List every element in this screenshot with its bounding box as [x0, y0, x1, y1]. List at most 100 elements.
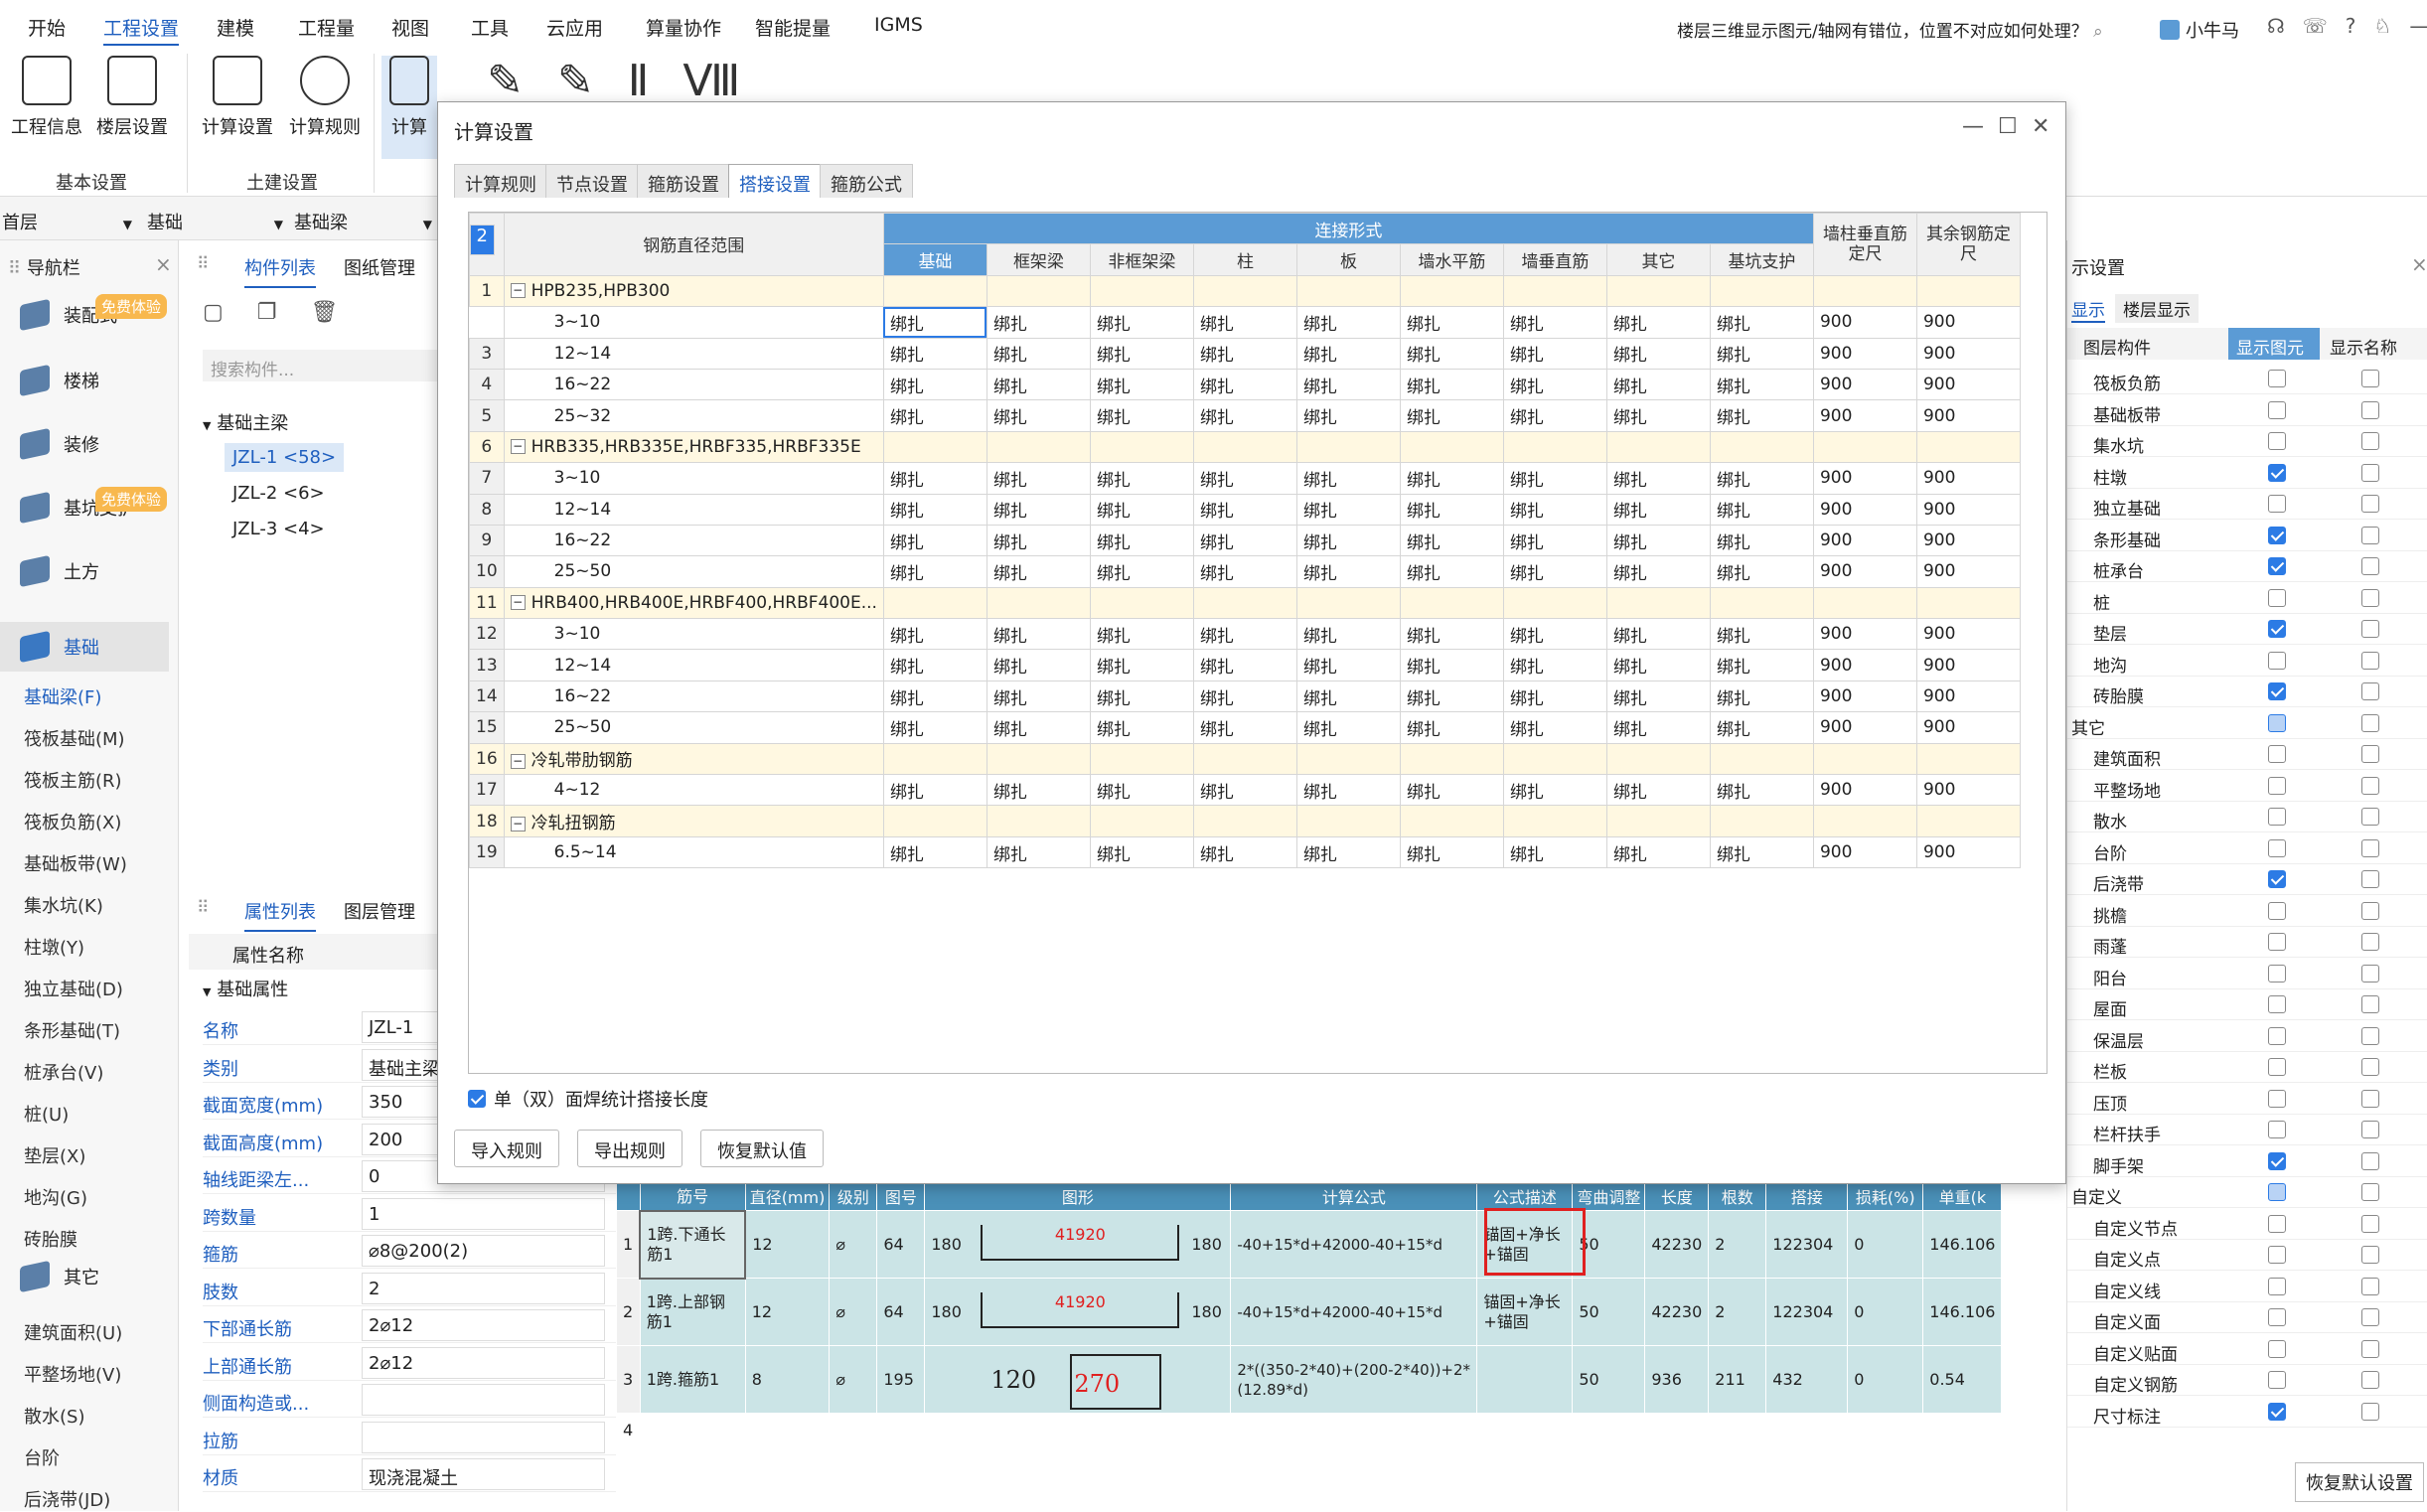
- connection-cell[interactable]: 绑扎: [1502, 555, 1607, 588]
- connection-cell[interactable]: 绑扎: [1502, 618, 1607, 651]
- nav-sub-item[interactable]: 建筑面积(U): [24, 1319, 122, 1345]
- copy-icon[interactable]: ❐: [257, 300, 277, 325]
- connection-cell[interactable]: 绑扎: [1089, 555, 1194, 588]
- connection-cell[interactable]: 绑扎: [1605, 306, 1711, 339]
- connection-cell[interactable]: 绑扎: [1295, 711, 1401, 744]
- show-name-checkbox[interactable]: [2361, 808, 2379, 826]
- tab-layer-management[interactable]: 图层管理: [344, 898, 415, 924]
- collapse-icon[interactable]: −: [510, 816, 526, 832]
- show-element-checkbox[interactable]: [2268, 1058, 2286, 1076]
- connection-cell[interactable]: 绑扎: [1502, 493, 1607, 526]
- other-length-cell[interactable]: 900: [1915, 680, 2021, 713]
- connection-cell[interactable]: 绑扎: [986, 649, 1091, 681]
- show-name-checkbox[interactable]: [2361, 713, 2379, 732]
- component-group[interactable]: ▼ 基础主梁: [203, 409, 288, 435]
- nav-sub-item[interactable]: 柱墩(Y): [24, 934, 84, 960]
- connection-cell[interactable]: 绑扎: [1605, 399, 1711, 432]
- connection-cell[interactable]: 绑扎: [1502, 680, 1607, 713]
- connection-cell[interactable]: 绑扎: [1605, 493, 1711, 526]
- connection-cell[interactable]: 绑扎: [1709, 711, 1814, 744]
- connection-cell[interactable]: 绑扎: [1295, 306, 1401, 339]
- connection-cell[interactable]: 绑扎: [1399, 774, 1504, 807]
- connection-cell[interactable]: 绑扎: [1709, 399, 1814, 432]
- show-name-checkbox[interactable]: [2361, 1402, 2379, 1421]
- connection-cell[interactable]: 绑扎: [1502, 711, 1607, 744]
- connection-cell[interactable]: 绑扎: [1399, 368, 1504, 401]
- other-length-cell[interactable]: 900: [1915, 711, 2021, 744]
- show-element-checkbox[interactable]: [2268, 745, 2286, 763]
- user-area[interactable]: 小牛马: [2160, 17, 2239, 43]
- tab-display[interactable]: 显示: [2071, 296, 2105, 323]
- rebar-row[interactable]: 4: [616, 1413, 2003, 1447]
- connection-cell[interactable]: 绑扎: [986, 774, 1091, 807]
- connection-cell[interactable]: 绑扎: [1089, 711, 1194, 744]
- restore-defaults-button[interactable]: 恢复默认值: [700, 1130, 824, 1167]
- connection-cell[interactable]: 绑扎: [1089, 399, 1194, 432]
- nav-item-earthwork[interactable]: 土方: [20, 554, 99, 588]
- collapse-icon[interactable]: −: [510, 595, 526, 611]
- connection-cell[interactable]: 绑扎: [1192, 680, 1297, 713]
- diameter[interactable]: 8: [744, 1345, 831, 1414]
- other-length-cell[interactable]: 900: [1915, 493, 2021, 526]
- wall-length-cell[interactable]: 900: [1812, 337, 1917, 370]
- connection-cell[interactable]: 绑扎: [1192, 368, 1297, 401]
- connection-cell[interactable]: 绑扎: [1709, 835, 1814, 869]
- connection-cell[interactable]: 绑扎: [1295, 493, 1401, 526]
- show-element-checkbox[interactable]: [2268, 995, 2286, 1013]
- calc-rules-button[interactable]: 计算规则: [282, 56, 368, 139]
- minimize-app-icon[interactable]: —: [2409, 14, 2427, 38]
- show-name-checkbox[interactable]: [2361, 682, 2379, 700]
- connection-cell[interactable]: 绑扎: [1605, 711, 1711, 744]
- tab-property-list[interactable]: 属性列表: [244, 898, 316, 932]
- tab-calc-rules[interactable]: 计算规则: [454, 164, 547, 198]
- loss[interactable]: 0: [1847, 1278, 1924, 1346]
- connection-cell[interactable]: 绑扎: [1399, 649, 1504, 681]
- connection-cell[interactable]: 绑扎: [1502, 337, 1607, 370]
- menu-8[interactable]: 智能提量: [755, 14, 831, 41]
- menu-6[interactable]: 云应用: [546, 14, 603, 41]
- show-name-checkbox[interactable]: [2361, 964, 2379, 983]
- connection-cell[interactable]: 绑扎: [1709, 368, 1814, 401]
- connection-cell[interactable]: 绑扎: [882, 555, 987, 588]
- property-value[interactable]: 1: [362, 1197, 605, 1230]
- connection-cell[interactable]: 绑扎: [986, 555, 1091, 588]
- show-name-checkbox[interactable]: [2361, 370, 2379, 387]
- show-name-checkbox[interactable]: [2361, 745, 2379, 763]
- connection-cell[interactable]: 绑扎: [1709, 337, 1814, 370]
- import-rules-button[interactable]: 导入规则: [454, 1130, 559, 1167]
- connection-cell[interactable]: 绑扎: [1192, 399, 1297, 432]
- connection-cell[interactable]: 绑扎: [882, 524, 987, 557]
- show-name-checkbox[interactable]: [2361, 463, 2379, 482]
- wall-length-cell[interactable]: 900: [1812, 555, 1917, 588]
- nav-sub-item[interactable]: 后浇带(JD): [24, 1486, 110, 1512]
- connection-cell[interactable]: 绑扎: [882, 399, 987, 432]
- connection-cell[interactable]: 绑扎: [1502, 649, 1607, 681]
- show-name-checkbox[interactable]: [2361, 588, 2379, 607]
- wall-length-cell[interactable]: 900: [1812, 774, 1917, 807]
- property-value[interactable]: [362, 1421, 605, 1453]
- connection-cell[interactable]: 绑扎: [1399, 711, 1504, 744]
- floor-select[interactable]: 首层 ▼: [2, 209, 132, 234]
- connection-cell[interactable]: 绑扎: [1709, 493, 1814, 526]
- lap[interactable]: 432: [1765, 1345, 1849, 1414]
- export-rules-button[interactable]: 导出规则: [577, 1130, 683, 1167]
- show-name-checkbox[interactable]: [2361, 838, 2379, 857]
- unit-weight[interactable]: 146.106: [1922, 1278, 2003, 1346]
- show-element-checkbox[interactable]: [2268, 713, 2286, 732]
- category-cell[interactable]: − 冷轧带肋钢筋: [503, 742, 884, 776]
- show-name-checkbox[interactable]: [2361, 870, 2379, 888]
- show-element-checkbox[interactable]: [2268, 808, 2286, 826]
- shirt-icon[interactable]: ♘: [2373, 14, 2391, 38]
- connection-cell[interactable]: 绑扎: [1295, 462, 1401, 495]
- bar-number[interactable]: 1跨.上部钢筋1: [639, 1278, 746, 1346]
- show-name-checkbox[interactable]: [2361, 620, 2379, 638]
- connection-cell[interactable]: 绑扎: [1502, 462, 1607, 495]
- connection-cell[interactable]: 绑扎: [1089, 462, 1194, 495]
- loss[interactable]: 0: [1847, 1345, 1924, 1414]
- connection-cell[interactable]: 绑扎: [986, 337, 1091, 370]
- lap[interactable]: 122304: [1765, 1278, 1849, 1346]
- collapse-icon[interactable]: −: [510, 439, 526, 455]
- show-name-checkbox[interactable]: [2361, 1339, 2379, 1358]
- formula[interactable]: -40+15*d+42000-40+15*d: [1230, 1278, 1478, 1346]
- connection-cell[interactable]: 绑扎: [882, 493, 987, 526]
